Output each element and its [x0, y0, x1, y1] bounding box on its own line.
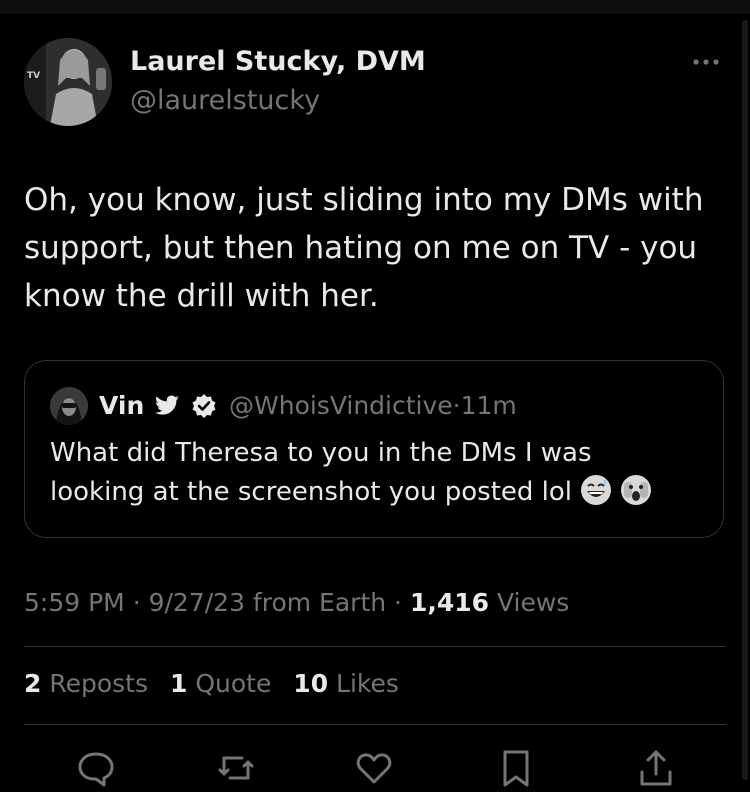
meta-separator: · [394, 588, 402, 617]
reposts-count: 2 [24, 669, 42, 698]
quote-author-name[interactable]: Vin [99, 391, 144, 420]
quote-separator: · [452, 391, 461, 420]
top-edge [0, 0, 750, 14]
bird-icon [154, 395, 180, 417]
svg-text:TV: TV [27, 71, 40, 81]
quote-text: What did Theresa to you in the DMs I was… [50, 438, 592, 507]
tweet-time[interactable]: 5:59 PM [24, 588, 125, 617]
quotes-stat[interactable]: 1 Quote [170, 669, 271, 698]
repost-icon[interactable] [216, 748, 256, 788]
tweet-date[interactable]: 9/27/23 [149, 588, 245, 617]
quoted-tweet[interactable]: Vin @WhoisVindictive·11m What did Theres… [24, 360, 724, 538]
share-icon[interactable] [636, 748, 676, 788]
likes-stat[interactable]: 10 Likes [293, 669, 399, 698]
quotes-count: 1 [169, 669, 188, 698]
quote-avatar[interactable] [50, 387, 88, 425]
reply-icon[interactable] [76, 748, 116, 788]
quotes-label: Quote [195, 669, 272, 698]
divider [24, 646, 726, 647]
author-avatar[interactable]: TV [24, 38, 112, 126]
likes-count: 10 [293, 669, 329, 698]
tweet-source: from Earth [252, 588, 387, 617]
meta-separator: · [132, 588, 141, 617]
bookmark-icon[interactable] [496, 748, 536, 788]
face-peeking-emoji [620, 474, 652, 518]
quote-handle-time: @WhoisVindictive·11m [229, 391, 517, 420]
likes-label: Likes [336, 669, 399, 698]
quote-text-wrap: What did Theresa to you in the DMs I was… [50, 434, 670, 518]
views-label: Views [496, 588, 570, 617]
engagement-stats: 2 Reposts 1 Quote 10 Likes [24, 669, 413, 698]
like-icon[interactable] [354, 748, 394, 788]
quote-handle[interactable]: @WhoisVindictive [229, 391, 453, 420]
divider [24, 724, 726, 725]
reposts-label: Reposts [49, 669, 149, 698]
author-handle[interactable]: @laurelstucky [130, 85, 320, 116]
verified-badge-icon [191, 393, 217, 419]
scrollbar[interactable] [742, 20, 748, 780]
ellipsis-icon[interactable] [690, 52, 722, 72]
reposts-stat[interactable]: 2 Reposts [24, 669, 148, 698]
tweet-text: Oh, you know, just sliding into my DMs w… [24, 182, 704, 314]
quote-time: 11m [460, 391, 517, 420]
tweet-meta: 5:59 PM · 9/27/23 from Earth · 1,416 Vie… [24, 588, 569, 617]
views-count: 1,416 [409, 588, 490, 617]
author-name[interactable]: Laurel Stucky, DVM [130, 46, 426, 77]
grinning-sweat-emoji [580, 474, 612, 518]
